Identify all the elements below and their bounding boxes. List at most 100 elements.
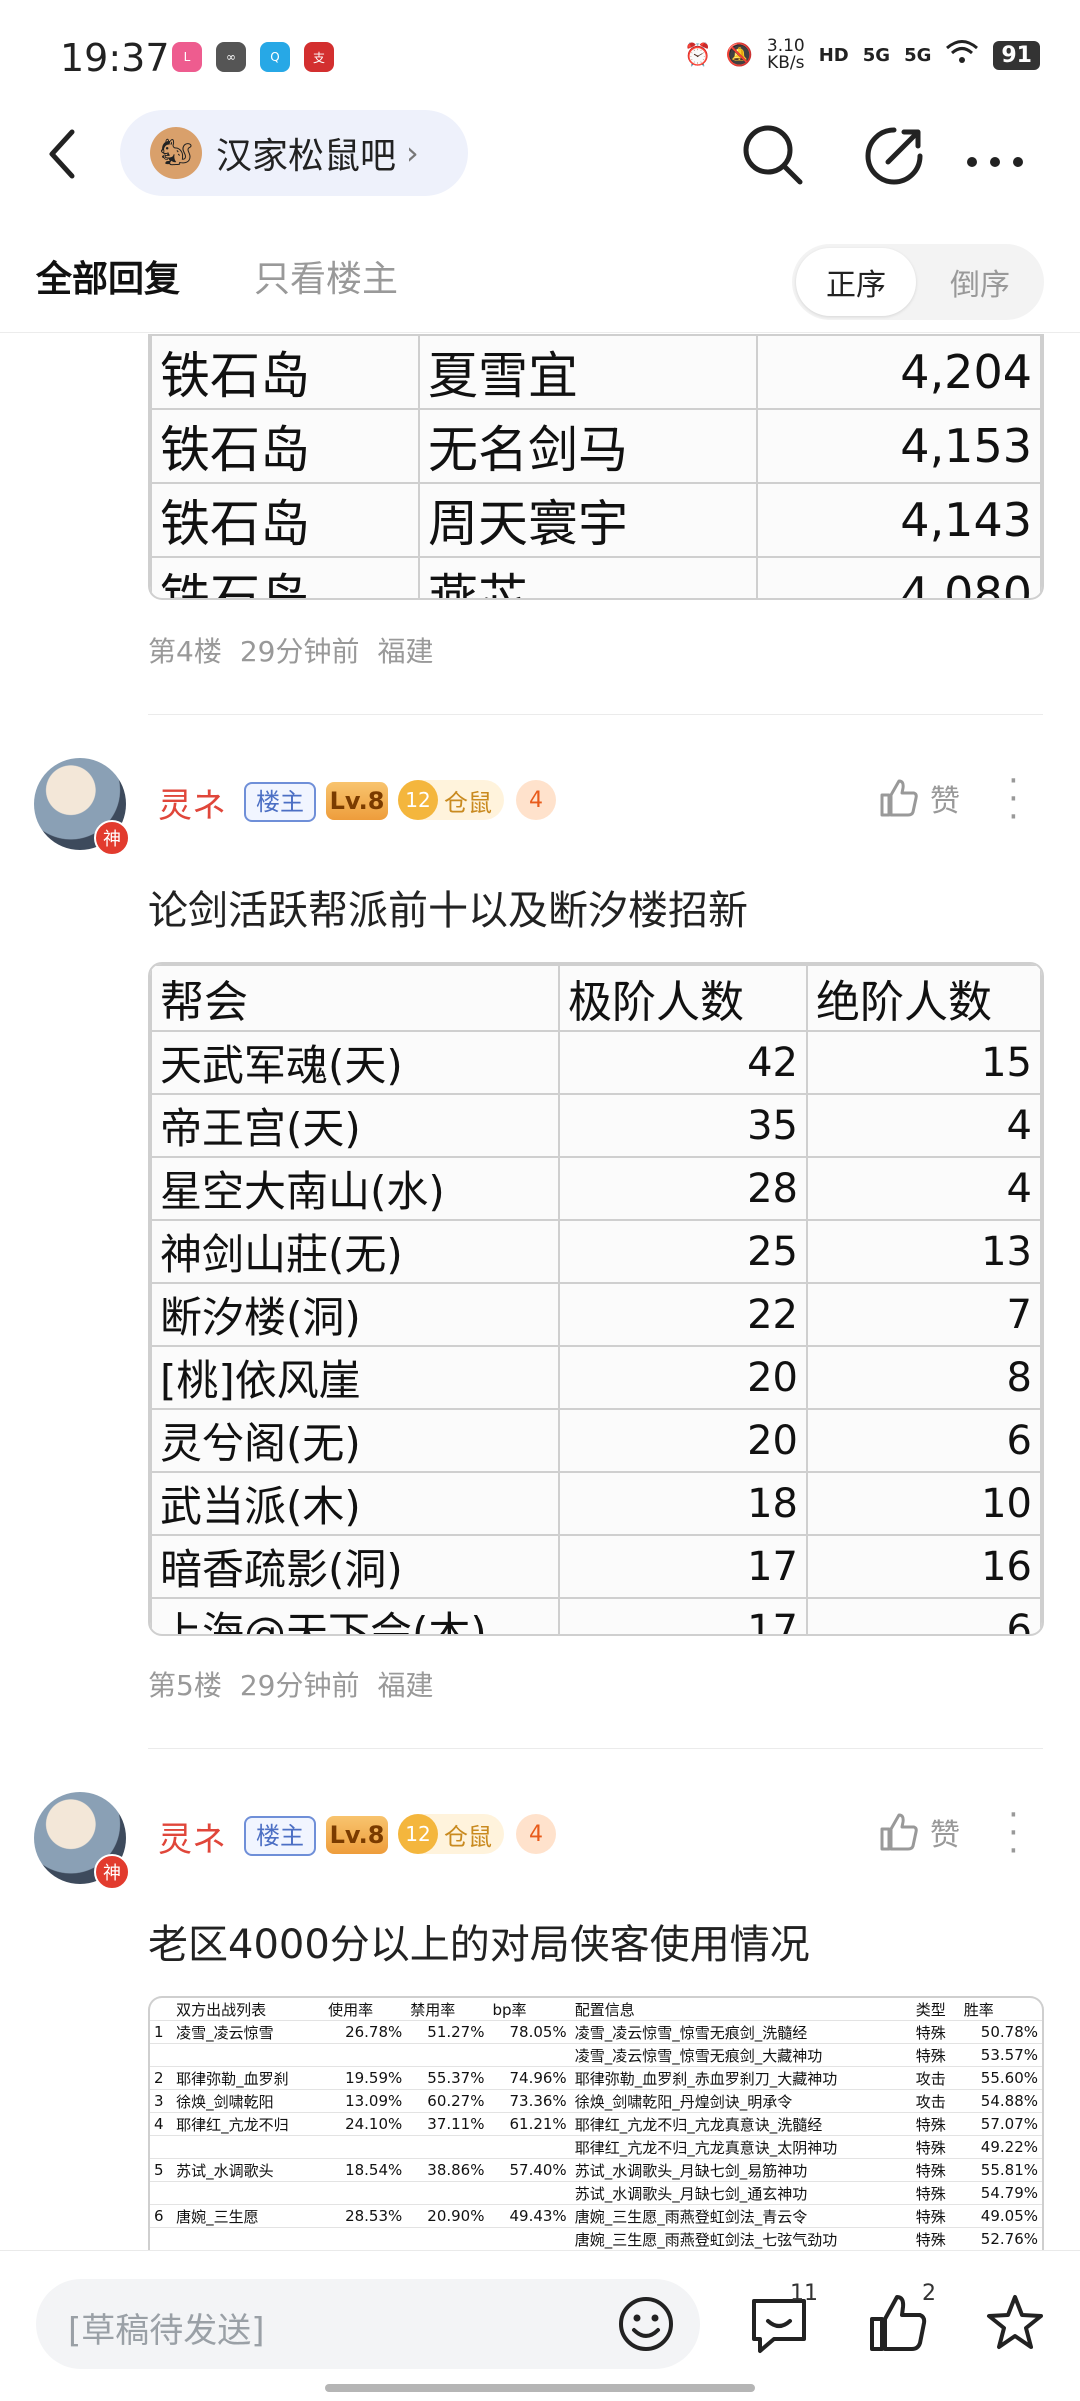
table-header-row: 双方出战列表 使用率 禁用率 bp率 配置信息 类型 胜率	[150, 1998, 1042, 2021]
table-row: 6 唐婉_三生愿 28.53% 20.90% 49.43% 唐婉_三生愿_雨燕登虹剑法_青…	[150, 2204, 1042, 2228]
god-badge: 神	[94, 1854, 130, 1890]
table-row: 2 耶律弥勒_血罗刹 19.59% 55.37% 74.96% 耶律弥勒_血罗刹_赤血罗刹…	[150, 2066, 1042, 2090]
forum-name: 汉家松鼠吧	[216, 136, 397, 177]
star-icon[interactable]	[982, 2291, 1048, 2357]
status-right: ⏰ 🔕 3.10 KB/s HD 5G 5G 91	[684, 38, 1040, 72]
table-row: 帝王宫(天) 35 4	[150, 1093, 1042, 1158]
post-header: 神 灵ネ 楼主 Lv.8 12 仓鼠 4 赞 · · ·	[0, 1792, 1080, 1892]
lofter-icon: L	[172, 42, 202, 72]
table-row: 铁石岛 周天寰宇 4,143	[150, 482, 1042, 558]
title-badge: 12 仓鼠	[398, 1814, 504, 1854]
table-row: 铁石岛 夏雪宜 4,204	[150, 334, 1042, 410]
emoji-icon[interactable]	[616, 2294, 676, 2354]
table-row: 天武军魂(天) 42 15	[150, 1030, 1042, 1095]
table-row: 断汐楼(洞) 22 7	[150, 1282, 1042, 1347]
table-row: 星空大南山(水) 28 4	[150, 1156, 1042, 1221]
hero-usage-table-image[interactable]: 双方出战列表 使用率 禁用率 bp率 配置信息 类型 胜率 1 凌雪_凌云惊雪 26.78% 51…	[148, 1996, 1044, 2252]
table-row: 神剑山莊(无) 25 13	[150, 1219, 1042, 1284]
forum-avatar: 🐿	[150, 127, 202, 179]
table-row: 灵兮阁(无) 20 6	[150, 1408, 1042, 1473]
mute-icon: 🔕	[725, 42, 753, 68]
floor-number: 第5楼	[148, 1669, 222, 1702]
table-row: 耶律红_亢龙不归_亢龙真意诀_太阴神功 特殊 49.22%	[150, 2135, 1042, 2159]
table-header-row: 帮会 极阶人数 绝阶人数	[150, 964, 1042, 1032]
divider	[148, 714, 1043, 715]
table-row: 1 凌雪_凌云惊雪 26.78% 51.27% 78.05% 凌雪_凌云惊雪_惊雪无痕剑_…	[150, 2020, 1042, 2044]
reply-input[interactable]: [草稿待发送]	[36, 2279, 700, 2369]
post-location: 福建	[377, 1669, 434, 1702]
signal-5g-icon: 5G	[862, 44, 891, 66]
alipay-icon: 支	[304, 42, 334, 72]
thumbs-up-icon	[880, 779, 918, 817]
home-indicator[interactable]	[325, 2384, 755, 2392]
divider	[148, 1748, 1043, 1749]
forum-pill[interactable]: 🐿 汉家松鼠吧 ›	[120, 110, 468, 196]
owner-tag: 楼主	[244, 1816, 316, 1856]
owner-tag: 楼主	[244, 782, 316, 822]
bottom-bar: [草稿待发送] 11 2	[0, 2250, 1080, 2401]
tab-all-replies[interactable]: 全部回复	[36, 250, 180, 302]
table-row: 4 耶律红_亢龙不归 24.10% 37.11% 61.21% 耶律红_亢龙不归_亢龙真意…	[150, 2112, 1042, 2136]
tab-owner-only[interactable]: 只看楼主	[254, 250, 398, 302]
order-desc-button[interactable]: 倒序	[920, 248, 1040, 316]
table-row: 唐婉_三生愿_雨燕登虹剑法_七弦气劲功 特殊 52.76%	[150, 2227, 1042, 2251]
table-row: 3 徐焕_剑啸乾阳 13.09% 60.27% 73.36% 徐焕_剑啸乾阳_丹煌剑诀_明…	[150, 2089, 1042, 2113]
table-row: 凌雪_凌云惊雪_惊雪无痕剑_大藏神功 特殊 53.57%	[150, 2043, 1042, 2067]
table-row: 苏试_水调歌头_月缺七剑_通玄神功 特殊 54.79%	[150, 2181, 1042, 2205]
link-icon: ∞	[216, 42, 246, 72]
signal-5g-icon-2: 5G	[904, 44, 932, 66]
post-meta: 第4楼 29分钟前 福建	[148, 630, 433, 670]
reply-sort-bar: 全部回复 只看楼主 正序 倒序	[0, 232, 1080, 333]
like-button[interactable]: 赞	[878, 1810, 960, 1854]
top-nav: 🐿 汉家松鼠吧 ›	[0, 110, 1080, 200]
more-icon[interactable]	[960, 120, 1030, 190]
back-icon[interactable]	[38, 124, 88, 184]
post-location: 福建	[377, 635, 434, 668]
post-more-icon[interactable]: · · ·	[1008, 1798, 1019, 1868]
post-header: 神 灵ネ 楼主 Lv.8 12 仓鼠 4 赞 · · ·	[0, 758, 1080, 858]
table-row: 铁石岛 燕芯 4,080	[150, 556, 1042, 598]
network-speed: 3.10 KB/s	[766, 36, 805, 73]
table-row: 上海@天下会(木) 17 6	[150, 1597, 1042, 1634]
status-app-icons: L ∞ Q 支	[172, 42, 334, 72]
reply-placeholder: [草稿待发送]	[68, 2311, 265, 2351]
thumbs-up-icon	[880, 1813, 918, 1851]
alarm-icon: ⏰	[684, 42, 712, 68]
table-row: 铁石岛 无名剑马 4,153	[150, 408, 1042, 484]
qq-icon: Q	[260, 42, 290, 72]
like-button[interactable]: 赞	[878, 776, 960, 820]
post-text: 论剑活跃帮派前十以及断汐楼招新	[148, 888, 748, 934]
post-time: 29分钟前	[239, 635, 360, 668]
floor-number: 第4楼	[148, 635, 222, 668]
level-badge: Lv.8	[326, 782, 388, 820]
share-icon[interactable]	[860, 120, 930, 190]
search-icon[interactable]	[738, 120, 808, 190]
status-bar: 19:37 L ∞ Q 支 ⏰ 🔕 3.10 KB/s HD 5G 5G 91	[0, 0, 1080, 110]
like-count: 2	[922, 2281, 936, 2306]
hd-icon: HD	[818, 44, 849, 66]
table-row: 暗香疏影(洞) 17 16	[150, 1534, 1042, 1599]
table-row: [桃]依风崖 20 8	[150, 1345, 1042, 1410]
user-name[interactable]: 灵ネ	[158, 1812, 226, 1861]
post-time: 29分钟前	[239, 1669, 360, 1702]
post-more-icon[interactable]: · · ·	[1008, 764, 1019, 834]
user-name[interactable]: 灵ネ	[158, 778, 226, 827]
guild-table-image[interactable]: 帮会 极阶人数 绝阶人数 天武军魂(天) 42 15 帝王宫(天) 35 4 星空大南山(水…	[148, 962, 1044, 1636]
battery-icon: 91	[993, 40, 1040, 70]
fire-badge: 4	[516, 780, 556, 820]
fire-badge: 4	[516, 1814, 556, 1854]
comment-count: 11	[790, 2281, 818, 2306]
order-toggle: 正序 倒序	[792, 244, 1044, 320]
level-badge: Lv.8	[326, 1816, 388, 1854]
god-badge: 神	[94, 820, 130, 856]
post-meta: 第5楼 29分钟前 福建	[148, 1664, 433, 1704]
order-asc-button[interactable]: 正序	[796, 248, 916, 316]
title-badge: 12 仓鼠	[398, 780, 504, 820]
status-time: 19:37	[60, 36, 170, 80]
wifi-icon	[945, 39, 979, 71]
chevron-right-icon: ›	[406, 134, 419, 172]
table-row: 5 苏试_水调歌头 18.54% 38.86% 57.40% 苏试_水调歌头_月缺七剑_易…	[150, 2158, 1042, 2182]
table-row: 武当派(木) 18 10	[150, 1471, 1042, 1536]
post-text: 老区4000分以上的对局侠客使用情况	[148, 1922, 810, 1968]
ranking-table-image[interactable]: 铁石岛 夏雪宜 4,204 铁石岛 无名剑马 4,153 铁石岛 周天寰宇 4,…	[148, 334, 1044, 600]
